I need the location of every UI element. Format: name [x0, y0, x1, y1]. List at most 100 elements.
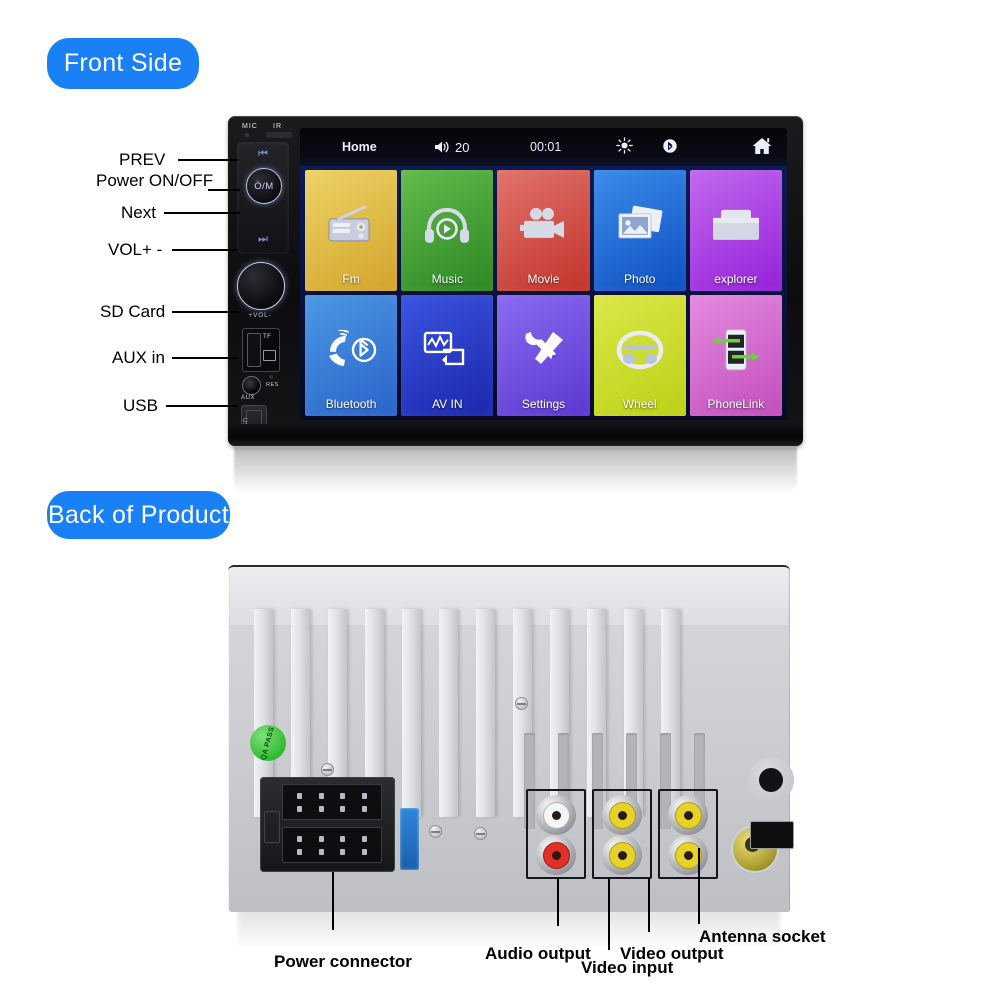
- app-tile-movie[interactable]: Movie: [497, 170, 590, 291]
- next-icon: ⏭: [258, 232, 268, 245]
- usb-port-inner: [246, 410, 262, 439]
- leader-line-video-input: [608, 878, 610, 950]
- connector-pin: [340, 792, 346, 799]
- app-tile-bluetooth[interactable]: Bluetooth: [305, 295, 398, 416]
- back-unit-body: QA PASS: [228, 565, 794, 912]
- bluetooth-icon[interactable]: [662, 138, 678, 157]
- rca-jack-yellow[interactable]: [668, 795, 708, 835]
- sd-card-shape-icon: [263, 350, 276, 361]
- rca-ring: [608, 841, 636, 869]
- connector-pin: [318, 835, 324, 842]
- rca-ring: [542, 801, 570, 829]
- res-label: RES: [266, 382, 279, 388]
- next-button[interactable]: ⏭: [237, 230, 289, 248]
- leader-line-aux: [172, 357, 238, 359]
- rca-hole: [617, 850, 627, 860]
- callout-audio-output: Audio output: [485, 944, 591, 963]
- app-label: Bluetooth: [325, 397, 377, 411]
- volume-knob[interactable]: [237, 262, 285, 310]
- mic-label: MIC: [242, 123, 258, 130]
- status-time: 00:01: [530, 140, 562, 154]
- video-input-group[interactable]: [592, 789, 652, 879]
- usb-port[interactable]: USB: [241, 405, 267, 444]
- callout-next: Next: [121, 203, 156, 222]
- connector-pin: [361, 792, 367, 799]
- app-tile-photo[interactable]: Photo: [593, 170, 686, 291]
- app-tile-phonelink[interactable]: PhoneLink: [689, 295, 782, 416]
- connector-pin: [318, 848, 324, 855]
- connector-pin: [361, 848, 367, 855]
- app-tile-music[interactable]: Music: [401, 170, 494, 291]
- chassis-screw: [474, 827, 487, 840]
- power-connector[interactable]: [260, 777, 395, 872]
- connector-pin: [340, 848, 346, 855]
- volume-knob-marking: +VOL-: [248, 312, 272, 319]
- touchscreen-display[interactable]: Home 20 00:01 Fm Music Movie Photo explo…: [300, 128, 787, 420]
- aux-input-jack[interactable]: [242, 376, 261, 395]
- radio-icon: [325, 204, 377, 249]
- app-tile-wheel[interactable]: Wheel: [593, 295, 686, 416]
- section-pill-front: Front Side: [47, 38, 199, 89]
- rca-ring: [542, 841, 570, 869]
- screen-status-bar: Home 20 00:01: [300, 128, 787, 166]
- rca-jack-red[interactable]: [536, 835, 576, 875]
- phonelink-icon: [710, 328, 762, 375]
- heatsink-fin: [402, 609, 421, 817]
- callout-power-connector: Power connector: [274, 952, 412, 971]
- app-label: Wheel: [622, 397, 657, 411]
- rca-jack-yellow[interactable]: [602, 795, 642, 835]
- rca-jack-white[interactable]: [536, 795, 576, 835]
- auxiliary-connector[interactable]: [750, 821, 794, 849]
- callout-vol: VOL+ -: [108, 240, 163, 259]
- control-column: ⏮ Ò/M ⏭: [237, 142, 289, 254]
- leader-line-prev: [178, 159, 238, 161]
- callout-sd-card: SD Card: [100, 302, 166, 321]
- power-mode-button[interactable]: Ò/M: [246, 168, 282, 204]
- chassis-screw: [321, 763, 334, 776]
- leader-line-sd-card: [172, 311, 238, 313]
- connector-pin: [297, 792, 303, 799]
- connector-pin-row: [282, 827, 382, 863]
- heatsink-fin: [439, 609, 458, 817]
- rca-jack-yellow[interactable]: [602, 835, 642, 875]
- qa-pass-text: QA PASS: [260, 725, 276, 761]
- folder-icon: [710, 204, 762, 249]
- aux-label: AUX: [241, 395, 256, 401]
- section-pill-back-label: Back of Product: [48, 500, 229, 529]
- connector-pin: [318, 805, 324, 812]
- connector-pin: [361, 835, 367, 842]
- status-volume-value: 20: [455, 139, 470, 155]
- speaker-icon: [435, 141, 449, 153]
- rca-jack-yellow[interactable]: [668, 835, 708, 875]
- prev-icon: ⏮: [258, 147, 268, 160]
- ir-window-icon: [266, 132, 292, 138]
- prev-button[interactable]: ⏮: [237, 145, 289, 163]
- home-icon[interactable]: [751, 136, 773, 159]
- app-tile-fm[interactable]: Fm: [305, 170, 398, 291]
- video-output-group[interactable]: [658, 789, 718, 879]
- status-home-text: Home: [342, 140, 377, 154]
- audio-output-group[interactable]: [526, 789, 586, 879]
- connector-latch: [264, 811, 280, 843]
- reset-hole-icon[interactable]: [269, 375, 273, 379]
- chassis-screw: [429, 825, 442, 838]
- app-tile-settings[interactable]: Settings: [497, 295, 590, 416]
- app-label: Movie: [527, 272, 560, 286]
- heatsink-fin: [476, 609, 495, 817]
- usb-label: USB: [241, 418, 247, 433]
- brightness-icon[interactable]: [616, 137, 633, 157]
- mounting-hole-bore: [759, 768, 783, 792]
- status-volume[interactable]: 20: [434, 140, 469, 155]
- app-tile-explorer[interactable]: explorer: [689, 170, 782, 291]
- rca-hole: [617, 810, 627, 820]
- chassis-screw: [515, 697, 528, 710]
- av-in-icon: [421, 329, 473, 374]
- headphones-icon: [421, 204, 473, 249]
- connector-pin: [340, 835, 346, 842]
- phone-bluetooth-icon: [324, 328, 378, 374]
- front-unit-reflection: [234, 447, 797, 493]
- sd-card-slot[interactable]: TF: [242, 328, 280, 372]
- steering-wheel-icon: [614, 329, 666, 374]
- app-tile-av-in[interactable]: AV IN: [401, 295, 494, 416]
- callout-aux: AUX in: [112, 348, 165, 367]
